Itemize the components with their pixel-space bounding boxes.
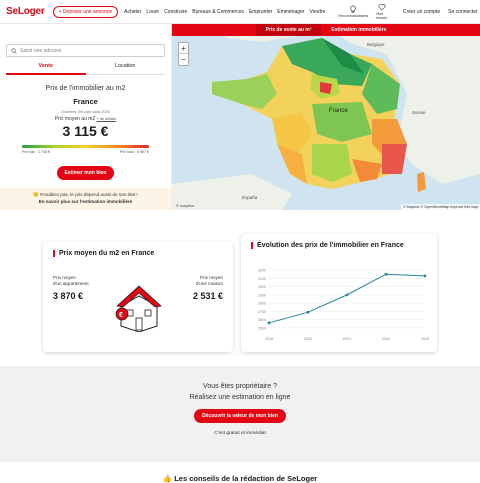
tab-location[interactable]: Location [85, 63, 165, 75]
tip-link[interactable]: En savoir plus sur l'estimation immobili… [39, 199, 133, 204]
favoris-button[interactable]: Mes favoris [376, 3, 387, 20]
owner-question: Vous êtes propriétaire ? [203, 383, 277, 390]
card1-title: Prix moyen du m2 en France [43, 242, 233, 257]
stats-section: Prix moyen du m2 en France Prix moyen d'… [0, 234, 480, 360]
data-point[interactable] [384, 272, 388, 276]
nav-bureaux-commerces[interactable]: Bureaux & Commerces [192, 9, 244, 15]
map-tabs: Prix de vente au m² Estimation immobiliè… [172, 24, 480, 36]
lightbulb-icon [350, 5, 356, 13]
free-immediate-text: C'est gratuit et immédiat [214, 431, 266, 436]
nav-construire[interactable]: Construire [164, 9, 187, 15]
card2-title: Évolution des prix de l'immobilier en Fr… [241, 234, 437, 249]
nav-emmenager[interactable]: Emménager [277, 9, 304, 15]
map-attribution[interactable]: © Mapbox © OpenStreetMap Improve this ma… [400, 204, 480, 210]
estimer-wrap: Estimer mon bien [0, 154, 171, 180]
map-label-france: France [329, 108, 348, 114]
zoom-controls: + − [178, 42, 189, 66]
x-tick-label: 2023 [421, 337, 429, 341]
data-point[interactable] [267, 321, 271, 325]
region-name: France [73, 97, 98, 106]
apartment-value: 3 870 € [53, 291, 84, 302]
x-tick-label: 2020 [304, 337, 312, 341]
seloger-logo[interactable]: SeLoger [6, 6, 45, 17]
price-evolution-card: Évolution des prix de l'immobilier en Fr… [241, 234, 437, 352]
high-price: Prix haut : 6 987 € [119, 150, 149, 154]
card2-title-text: Évolution des prix de l'immobilier en Fr… [251, 242, 404, 249]
details-link[interactable]: + de détails [97, 117, 117, 121]
estimer-mon-bien-button[interactable]: Estimer mon bien [56, 166, 115, 180]
data-point[interactable] [306, 310, 310, 314]
recommandations-button[interactable]: Recommandations [338, 5, 368, 18]
x-tick-label: 2018 [265, 337, 273, 341]
price-title: Prix de l'immobilier au m2 [45, 85, 126, 92]
search-placeholder: Saisir une adresse [20, 47, 62, 54]
address-search-input[interactable]: Saisir une adresse [6, 44, 165, 57]
estimation-tip: 🙂 N'oubliez pas, le prix dépend aussi de… [0, 188, 171, 210]
price-range-gradient [22, 145, 149, 148]
y-tick-label: 2900 [258, 293, 266, 297]
nav-vendre[interactable]: Vendre [310, 9, 326, 15]
transaction-tabs: Vente Location [6, 63, 165, 75]
map-label-espana: España [242, 195, 258, 200]
data-point[interactable] [423, 274, 427, 278]
average-price-card: Prix moyen du m2 en France Prix moyen d'… [43, 242, 233, 352]
series-line [268, 273, 426, 324]
favoris-label: Mes favoris [376, 12, 387, 20]
y-tick-label: 3000 [258, 285, 266, 289]
owner-estimation-section: Vous êtes propriétaire ? Réalisez une es… [0, 366, 480, 462]
map-canvas[interactable]: France Belgique Suisse España [172, 24, 480, 210]
y-tick-label: 3200 [258, 269, 266, 273]
y-tick-label: 3100 [258, 277, 266, 281]
data-source: Données SeLoger août 2025 [61, 110, 110, 114]
deposer-annonce-button[interactable]: + Déposer une annonce [52, 5, 119, 18]
x-tick-label: 2022 [382, 337, 390, 341]
svg-text:€: € [119, 312, 123, 319]
header: SeLoger + Déposer une annonce Acheter Lo… [0, 0, 480, 24]
price-label-row: Prix moyen au m2 + de détails [0, 116, 171, 122]
creer-compte-link[interactable]: Créer un compte [403, 9, 440, 15]
price-label: Prix moyen au m2 [54, 116, 96, 122]
y-tick-label: 2800 [258, 302, 266, 306]
zoom-out-button[interactable]: − [179, 54, 188, 65]
price-evolution-chart: 2500 2600 2700 2800 2900 3000 3100 3200 2018 2020… [258, 269, 429, 341]
apartment-label-2: d'un appartement [53, 281, 89, 287]
mapbox-logo: © mapbox [176, 203, 195, 208]
price-map[interactable]: France Belgique Suisse España Prix de ve… [172, 24, 480, 210]
tab-estimation[interactable]: Estimation immobilière [321, 24, 396, 36]
nav-louer[interactable]: Louer [146, 9, 159, 15]
apartment-price: Prix moyen d'un appartement 3 870 € [53, 275, 89, 301]
tab-prix-vente[interactable]: Prix de vente au m² [255, 24, 322, 36]
recommandations-label: Recommandations [338, 14, 369, 18]
x-tick-label: 2021 [343, 337, 351, 341]
search-icon [11, 47, 17, 54]
card1-title-text: Prix moyen du m2 en France [53, 250, 155, 257]
y-tick-label: 2700 [258, 310, 266, 314]
owner-cta-text: Réalisez une estimation en ligne [189, 393, 291, 401]
house-value: 2 531 € [192, 291, 223, 302]
zoom-in-button[interactable]: + [179, 43, 188, 54]
se-connecter-link[interactable]: Se connecter [448, 9, 477, 15]
house-label-2: d'une maison [195, 281, 223, 287]
nav-acheter[interactable]: Acheter [124, 9, 141, 15]
map-label-belgique: Belgique [367, 42, 385, 47]
house-illustration-icon: € [115, 285, 162, 332]
price-map-section: Saisir une adresse Vente Location Prix d… [0, 24, 480, 210]
tip-text: N'oubliez pas, le prix dépend aussi de s… [40, 192, 138, 198]
price-panel: Saisir une adresse Vente Location Prix d… [0, 24, 172, 210]
y-tick-label: 2500 [258, 326, 266, 330]
tab-vente[interactable]: Vente [6, 63, 86, 75]
low-price: Prix bas : 1 738 € [22, 150, 50, 154]
house-price: Prix moyen d'une maison 2 531 € [193, 275, 223, 301]
decouvrir-valeur-button[interactable]: Découvrir la valeur de mon bien [194, 409, 286, 423]
y-tick-label: 2600 [258, 318, 266, 322]
nav-emprunter[interactable]: Emprunter [249, 9, 272, 15]
heart-icon [378, 4, 386, 11]
conseils-heading: 👍 Les conseils de la rédaction de SeLoge… [162, 474, 318, 483]
average-price: 3 115 € [62, 123, 109, 139]
map-label-suisse: Suisse [412, 110, 426, 115]
price-summary: Prix de l'immobilier au m2 France Donnée… [0, 85, 171, 139]
data-point[interactable] [345, 293, 349, 297]
